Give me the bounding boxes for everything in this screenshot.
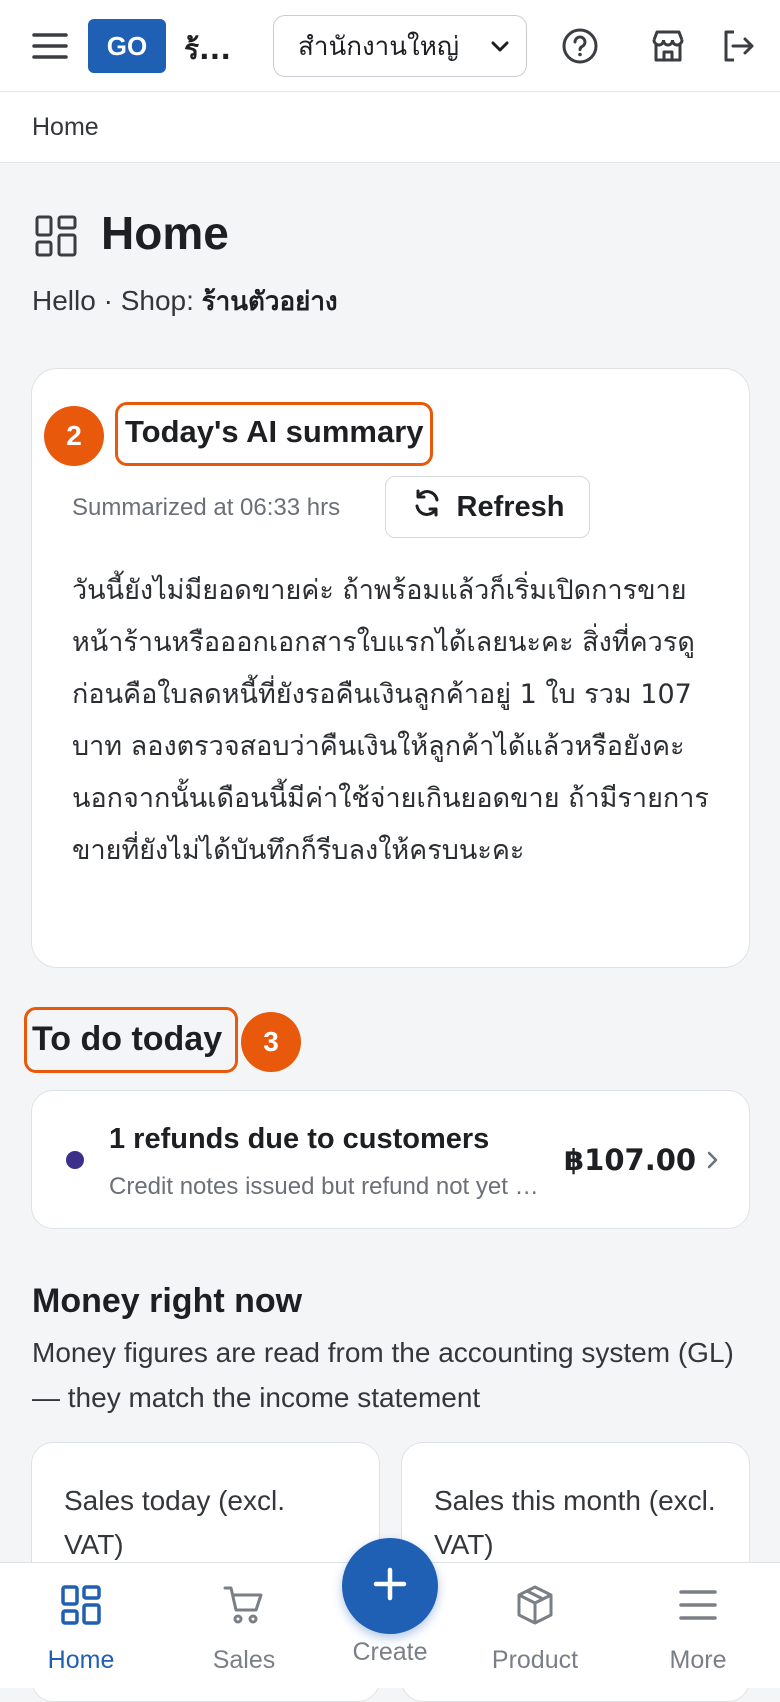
nav-more-label: More: [669, 1646, 727, 1674]
todo-item-title: 1 refunds due to customers: [109, 1123, 490, 1155]
dashboard-icon: [59, 1583, 103, 1627]
app-logo[interactable]: GO: [88, 19, 166, 73]
chevron-down-icon: [488, 35, 512, 66]
money-description: Money figures are read from the accounti…: [32, 1337, 734, 1413]
breadcrumb-home[interactable]: Home: [32, 113, 99, 142]
step-badge-2: 2: [44, 406, 104, 466]
summarized-time: Summarized at 06:33 hrs: [72, 494, 341, 521]
nav-sales-label: Sales: [212, 1646, 276, 1674]
greeting-prefix: Hello · Shop:: [32, 285, 202, 316]
shop-name: ร้านตัวอย่าง: [201, 287, 338, 317]
todo-title: To do today: [32, 1020, 223, 1058]
shop-name-short: ร้...: [184, 33, 231, 66]
dashboard-icon: [34, 214, 78, 258]
breadcrumb: Home: [0, 92, 780, 163]
plus-icon: [370, 1564, 410, 1609]
nav-product-label: Product: [491, 1646, 579, 1674]
chevron-right-icon: [703, 1149, 721, 1176]
ai-summary-text: วันนี้ยังไม่มียอดขายค่ะ ถ้าพร้อมแล้วก็เร…: [72, 575, 709, 866]
step-badge-3: 3: [241, 1012, 301, 1072]
ai-summary-title: Today's AI summary: [125, 414, 424, 449]
todo-item-amount: ฿107.00: [564, 1143, 697, 1177]
box-icon: [513, 1583, 557, 1627]
status-dot: [66, 1151, 84, 1169]
money-title: Money right now: [32, 1282, 303, 1320]
todo-item-refunds[interactable]: 1 refunds due to customers Credit notes …: [31, 1090, 750, 1229]
menu-icon: [676, 1583, 720, 1627]
stat-label: Sales this month (excl. VAT): [434, 1485, 716, 1560]
branch-select[interactable]: สำนักงานใหญ่: [273, 15, 527, 77]
nav-sales[interactable]: Sales: [169, 1563, 319, 1689]
nav-home[interactable]: Home: [6, 1563, 156, 1689]
page-title: Home: [101, 207, 229, 259]
branch-select-value: สำนักงานใหญ่: [298, 31, 460, 62]
logout-icon[interactable]: [718, 26, 758, 66]
refresh-button[interactable]: Refresh: [385, 476, 590, 538]
help-icon[interactable]: [560, 26, 600, 66]
refresh-label: Refresh: [456, 490, 565, 523]
greeting: Hello · Shop: ร้านตัวอย่าง: [32, 281, 338, 322]
nav-home-label: Home: [47, 1646, 115, 1674]
nav-create-label: Create: [352, 1638, 428, 1666]
cart-icon: [222, 1583, 266, 1627]
todo-item-subtitle: Credit notes issued but refund not yet p…: [109, 1173, 539, 1200]
nav-product[interactable]: Product: [460, 1563, 610, 1689]
refresh-icon: [411, 487, 443, 527]
create-button[interactable]: [342, 1538, 438, 1634]
stat-label: Sales today (excl. VAT): [64, 1485, 285, 1560]
nav-more[interactable]: More: [623, 1563, 773, 1689]
store-icon[interactable]: [648, 26, 688, 66]
menu-icon[interactable]: [30, 26, 70, 66]
top-bar: GO ร้... สำนักงานใหญ่: [0, 0, 780, 92]
